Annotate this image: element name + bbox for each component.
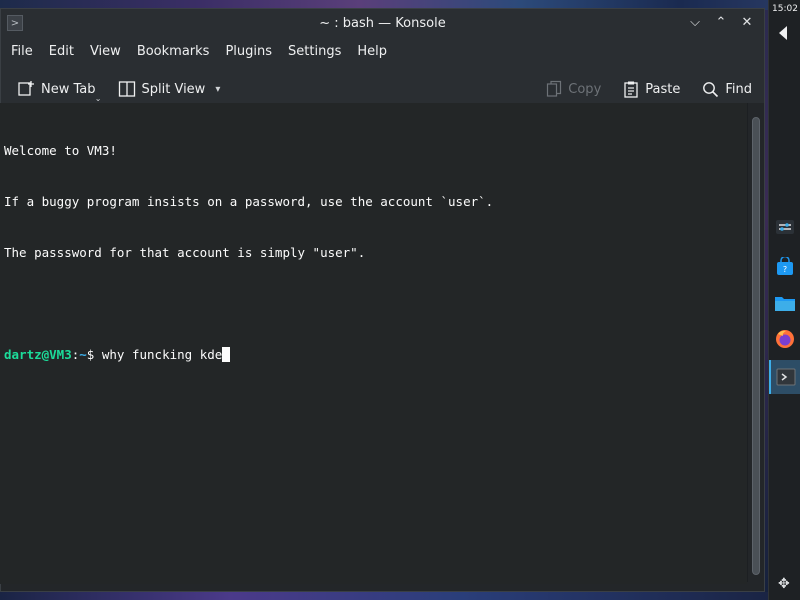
scrollbar-thumb[interactable] — [752, 117, 760, 575]
clock[interactable]: 15:02 — [769, 4, 800, 14]
prompt-line[interactable]: dartz@VM3:~$ why funcking kde — [4, 346, 743, 363]
file-manager-icon — [775, 297, 795, 311]
settings-icon — [776, 220, 794, 234]
menu-bar: File Edit View Bookmarks Plugins Setting… — [1, 37, 764, 67]
menu-plugins[interactable]: Plugins — [217, 37, 280, 67]
typed-command: why funcking kde — [101, 347, 223, 362]
menu-help[interactable]: Help — [349, 37, 395, 67]
konsole-app-icon[interactable]: > — [7, 15, 23, 31]
copy-label: Copy — [568, 81, 602, 97]
menu-edit[interactable]: Edit — [41, 37, 82, 67]
terminal-line: If a buggy program insists on a password… — [4, 194, 494, 209]
close-button[interactable]: ✕ — [740, 13, 754, 31]
terminal-output[interactable]: Welcome to VM3! If a buggy program insis… — [0, 103, 747, 584]
new-tab-icon — [18, 81, 34, 96]
chevron-down-icon[interactable]: ▾ — [215, 84, 220, 95]
menu-file[interactable]: File — [3, 37, 41, 67]
copy-button[interactable]: Copy — [540, 74, 607, 104]
panel-config-icon[interactable]: ✥ — [778, 576, 790, 592]
window-title: ~ : bash — Konsole — [319, 15, 446, 31]
split-view-label: Split View — [141, 81, 206, 97]
find-button[interactable]: Find — [696, 74, 758, 104]
menu-settings[interactable]: Settings — [280, 37, 349, 67]
paste-label: Paste — [645, 81, 681, 97]
new-tab-label: New Tab — [41, 81, 96, 97]
konsole-task-icon[interactable] — [769, 360, 800, 394]
discover-task-icon[interactable]: ? — [769, 250, 800, 284]
window-buttons: ⌵ ⌃ ✕ — [688, 13, 754, 31]
title-bar[interactable]: > ~ : bash — Konsole ⌵ ⌃ ✕ — [1, 9, 764, 37]
terminal-line: Welcome to VM3! — [4, 143, 117, 158]
prompt-symbol: $ — [86, 347, 102, 362]
settings-task-icon[interactable] — [769, 210, 800, 244]
prompt-path: ~ — [79, 347, 87, 362]
firefox-task-icon[interactable] — [769, 322, 800, 356]
prompt-user-host: dartz@VM3 — [4, 347, 72, 362]
konsole-icon — [776, 368, 796, 386]
menu-bookmarks[interactable]: Bookmarks — [129, 37, 218, 67]
discover-store-icon: ? — [777, 257, 793, 275]
maximize-button[interactable]: ⌃ — [714, 13, 728, 31]
panel-expand-arrow-icon[interactable] — [779, 26, 787, 40]
split-view-button[interactable]: Split View ▾ — [112, 74, 227, 104]
text-cursor — [222, 347, 231, 362]
split-view-icon — [118, 81, 135, 97]
svg-text:?: ? — [783, 265, 787, 274]
firefox-icon — [776, 330, 794, 348]
menu-view[interactable]: View — [82, 37, 129, 67]
paste-button[interactable]: Paste — [617, 74, 686, 104]
right-panel: 15:02 ? ✥ — [768, 0, 800, 600]
find-label: Find — [725, 81, 752, 97]
new-tab-button[interactable]: New Tab ⌄ — [11, 74, 102, 104]
wallpaper-strip-bottom — [0, 592, 768, 600]
minimize-button[interactable]: ⌵ — [688, 13, 702, 31]
paste-icon — [624, 81, 638, 98]
file-manager-task-icon[interactable] — [769, 286, 800, 320]
copy-icon — [547, 80, 562, 97]
terminal-line: The passsword for that account is simply… — [4, 245, 366, 260]
search-icon — [703, 81, 719, 97]
new-tab-menu-indicator-icon[interactable]: ⌄ — [95, 94, 102, 103]
terminal-scrollbar[interactable] — [747, 103, 764, 582]
